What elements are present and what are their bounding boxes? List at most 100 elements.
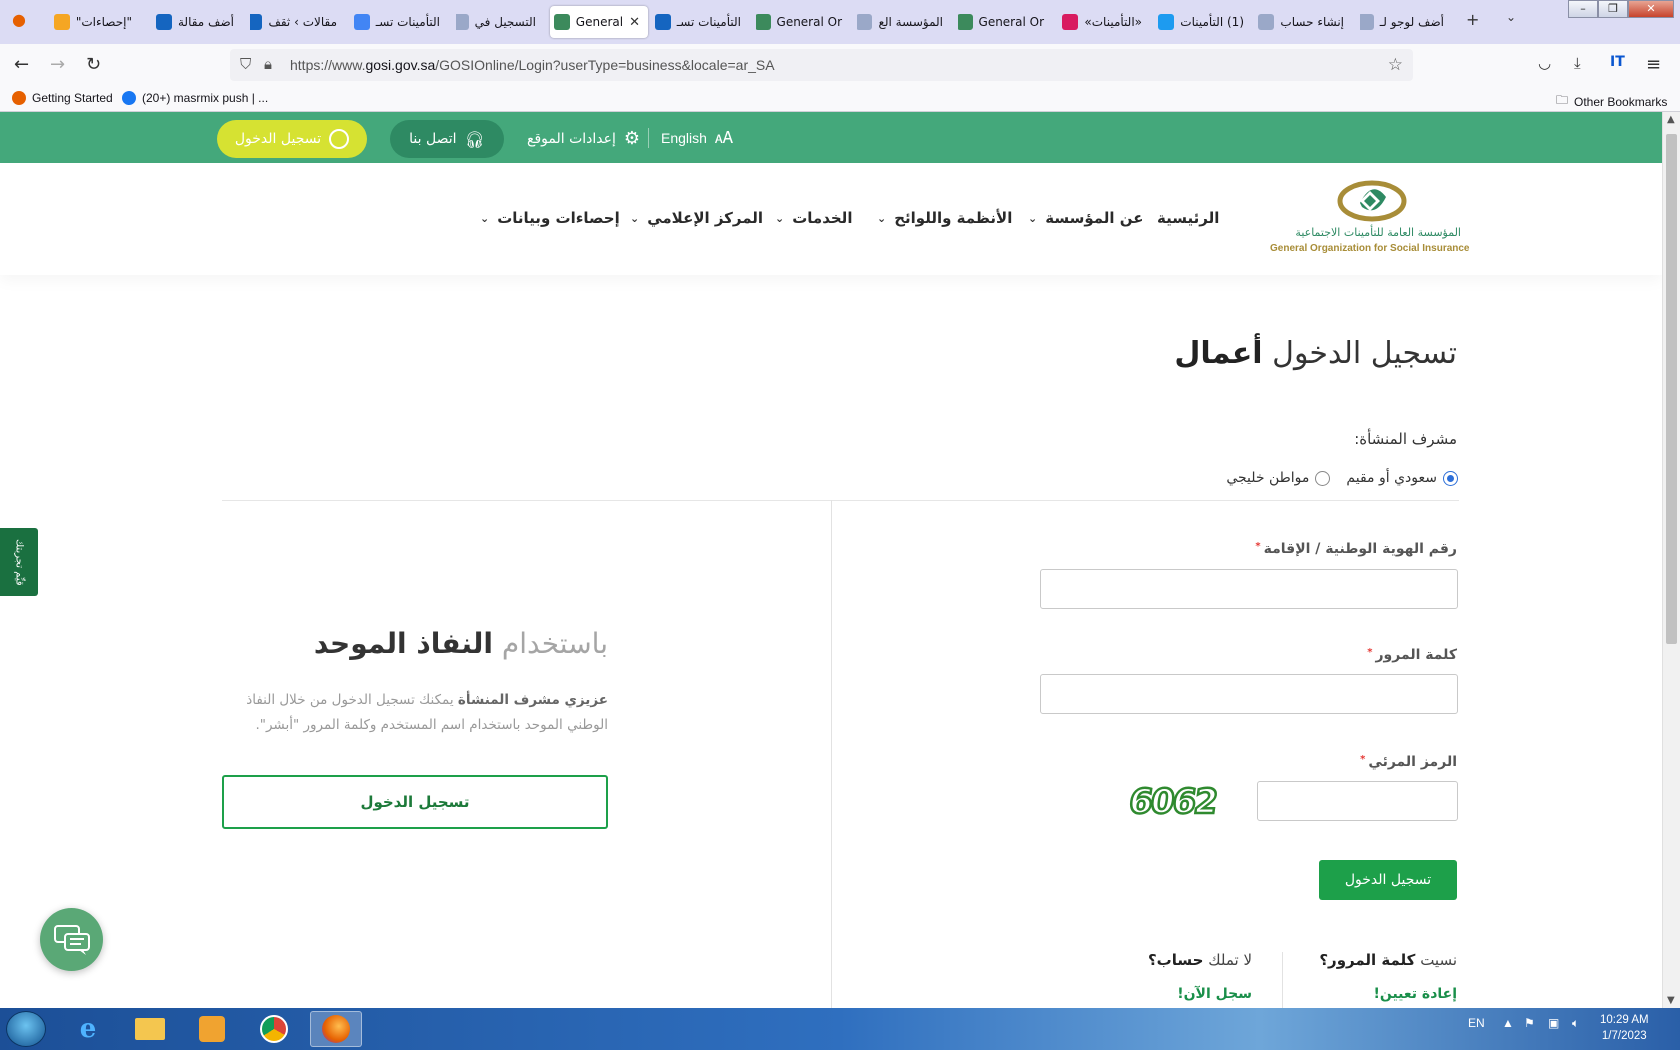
contact-us-button[interactable]: 🎧︎ اتصل بنا: [390, 120, 504, 158]
chat-button[interactable]: [40, 908, 103, 971]
browser-tab[interactable]: «التأمينات»: [1058, 6, 1150, 38]
browser-tab[interactable]: التسجيل في: [456, 6, 544, 38]
no-account-bold: حساب؟: [1147, 951, 1204, 969]
nav-media-center[interactable]: المركز الإعلامي ⌄: [630, 209, 763, 227]
scrollbar-thumb[interactable]: [1666, 134, 1677, 644]
shield-icon[interactable]: ⛉: [240, 55, 251, 73]
tab-favicon-icon: [353, 14, 370, 30]
start-button[interactable]: [6, 1011, 46, 1047]
other-bookmarks[interactable]: 🗀 Other Bookmarks: [1556, 91, 1667, 112]
tab-favicon-icon: [1158, 14, 1175, 30]
network-icon[interactable]: ▣: [1548, 1016, 1559, 1030]
nav-home-label: الرئيسية: [1157, 209, 1220, 227]
tab-label: التأمينات تسـ: [676, 15, 741, 29]
nav-statistics[interactable]: إحصاءات وبيانات ⌄: [480, 209, 620, 227]
scroll-down-icon[interactable]: ▼: [1667, 995, 1675, 1006]
required-mark: *: [1255, 541, 1261, 552]
window-controls: – ❐ ✕: [1568, 0, 1674, 18]
reset-password-link[interactable]: إعادة تعيين!: [1373, 986, 1457, 1002]
register-now-link[interactable]: سجل الآن!: [1177, 986, 1252, 1002]
radio-gulf-citizen[interactable]: مواطن خليجي: [1226, 470, 1331, 486]
sso-login-button[interactable]: تسجيل الدخول: [222, 775, 608, 829]
browser-tab[interactable]: أضف مقالة: [148, 6, 242, 38]
action-center-flag-icon[interactable]: ⚑: [1524, 1016, 1535, 1030]
facebook-icon: [122, 91, 136, 105]
browser-tab[interactable]: مقالات › ثقف: [250, 6, 345, 38]
radio-button-selected[interactable]: [1443, 470, 1458, 486]
tray-expand-icon[interactable]: ▲: [1502, 1016, 1514, 1030]
divider: [648, 128, 649, 148]
gosi-logo[interactable]: المؤسسة العامة للتأمينات الاجتماعية Gene…: [1270, 177, 1470, 257]
feedback-side-tab[interactable]: قيِّم تجربتك: [0, 528, 38, 596]
browser-tab[interactable]: General Or: [958, 6, 1052, 38]
firefox-icon: [12, 91, 26, 105]
national-id-input[interactable]: [1040, 569, 1458, 609]
menu-icon[interactable]: ≡: [1646, 54, 1661, 75]
extension-icon[interactable]: IT: [1610, 54, 1625, 70]
captcha-input[interactable]: [1257, 781, 1458, 821]
minimize-button[interactable]: –: [1568, 0, 1598, 18]
chat-bubbles-icon: [53, 924, 90, 955]
main-navigation: الرئيسية عن المؤسسة ⌄ الأنظمة واللوائح ⌄…: [0, 163, 1662, 275]
bookmark-label: (20+) masrmix push | ...: [142, 91, 269, 105]
list-tabs-chevron-icon[interactable]: ⌄: [1506, 10, 1516, 24]
back-icon[interactable]: ←: [14, 54, 29, 75]
close-tab-icon[interactable]: ✕: [629, 15, 640, 30]
browser-tab[interactable]: ✕ General: [550, 6, 648, 38]
language-switch[interactable]: 🗚 English: [661, 128, 733, 148]
url-bar[interactable]: ⛉ 🔒︎ https://www.gosi.gov.sa/GOSIOnline/…: [230, 49, 1413, 81]
downloads-icon[interactable]: ⤓: [1574, 54, 1581, 72]
tab-favicon-icon: [958, 14, 973, 30]
captcha-image: 6062: [1125, 781, 1220, 823]
restore-button[interactable]: ❐: [1598, 0, 1628, 18]
close-window-button[interactable]: ✕: [1628, 0, 1674, 18]
login-submit-button[interactable]: تسجيل الدخول: [1319, 860, 1457, 900]
browser-nav-bar: ← → ↻ ⛉ 🔒︎ https://www.gosi.gov.sa/GOSIO…: [0, 44, 1680, 86]
firefox-taskbar-icon[interactable]: [310, 1011, 362, 1047]
site-settings-link[interactable]: ⚙ إعدادات الموقع: [527, 128, 640, 149]
bookmark-label: Getting Started: [32, 91, 113, 105]
tab-favicon-icon: [1258, 14, 1275, 30]
scroll-up-icon[interactable]: ▲: [1667, 114, 1675, 125]
nav-services[interactable]: الخدمات ⌄: [775, 209, 852, 227]
header-login-button[interactable]: تسجيل الدخول: [217, 120, 367, 158]
forward-icon[interactable]: →: [50, 54, 65, 75]
tab-label: إنشاء حساب: [1280, 15, 1344, 29]
radio-button[interactable]: [1315, 470, 1331, 486]
captcha-text: 6062: [1126, 782, 1218, 822]
password-input[interactable]: [1040, 674, 1458, 714]
firefox-view-icon[interactable]: ●: [12, 10, 26, 29]
radio-saudi-resident[interactable]: سعودي أو مقيم: [1346, 470, 1458, 486]
browser-tab[interactable]: إنشاء حساب: [1258, 6, 1352, 38]
input-language[interactable]: EN: [1468, 1016, 1485, 1030]
media-player-icon[interactable]: [186, 1011, 238, 1047]
browser-tab[interactable]: أضف لوجو لـ: [1360, 6, 1452, 38]
internet-explorer-icon[interactable]: e: [62, 1011, 114, 1047]
browser-tab[interactable]: "إحصاءات": [48, 6, 140, 38]
new-tab-icon[interactable]: +: [1466, 10, 1479, 29]
nav-regulations[interactable]: الأنظمة واللوائح ⌄: [877, 209, 1012, 227]
file-explorer-icon[interactable]: [124, 1011, 176, 1047]
browser-tab[interactable]: (1) التأمينات: [1158, 6, 1252, 38]
bookmark-getting-started[interactable]: Getting Started: [12, 91, 113, 105]
volume-muted-icon[interactable]: 🔈︎: [1572, 1016, 1579, 1031]
lock-icon[interactable]: 🔒︎: [264, 55, 272, 73]
nav-home[interactable]: الرئيسية: [1157, 209, 1219, 227]
browser-tab[interactable]: التأمينات تسـ: [353, 6, 448, 38]
bookmark-facebook[interactable]: (20+) masrmix push | ...: [122, 91, 268, 105]
system-clock[interactable]: 10:29 AM 1/7/2023: [1600, 1012, 1649, 1044]
browser-tab-bar: ● "إحصاءات" أضف مقالة مقالات › ثقف التأمينا…: [0, 0, 1680, 44]
pocket-icon[interactable]: ◡: [1538, 54, 1551, 72]
nav-about[interactable]: عن المؤسسة ⌄: [1028, 209, 1144, 227]
browser-tab[interactable]: المؤسسة الع: [857, 6, 951, 38]
bookmark-star-icon[interactable]: ☆: [1388, 55, 1403, 75]
chrome-icon[interactable]: [248, 1011, 300, 1047]
radio-gulf-label: مواطن خليجي: [1226, 470, 1310, 486]
browser-tab[interactable]: General Or: [756, 6, 850, 38]
gear-icon: ⚙: [623, 128, 641, 149]
reload-icon[interactable]: ↻: [86, 54, 101, 75]
password-label-text: كلمة المرور: [1375, 647, 1457, 663]
browser-tab[interactable]: التأمينات تسـ: [655, 6, 749, 38]
page-scrollbar[interactable]: ▲ ▼: [1662, 112, 1680, 1008]
contact-us-label: اتصل بنا: [409, 131, 457, 147]
